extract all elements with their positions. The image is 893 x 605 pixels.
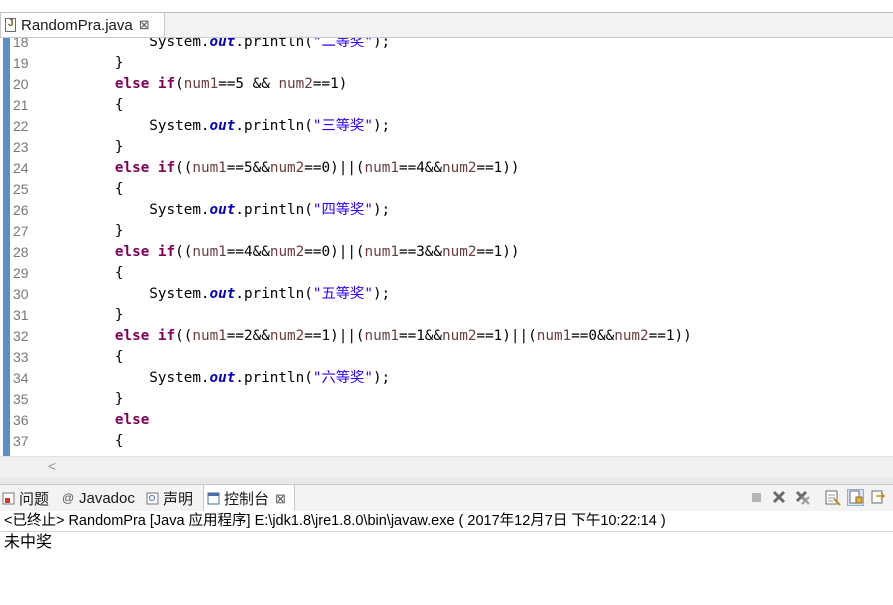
line-number: 33 <box>13 349 29 365</box>
line-number: 32 <box>13 328 29 344</box>
code-text: } <box>46 391 124 407</box>
tab-javadoc-label: Javadoc <box>79 489 135 507</box>
code-line[interactable]: 36 else <box>0 410 893 431</box>
tab-console-label: 控制台 <box>224 491 270 508</box>
code-line[interactable]: 20 else if(num1==5 && num2==1) <box>0 74 893 95</box>
code-line[interactable]: 21 { <box>0 95 893 116</box>
code-editor[interactable]: 18 System.out.println("二等奖"); 19 } 20 else… <box>0 38 893 456</box>
code-text: System.out.println("六等奖"); <box>46 370 391 386</box>
tab-problems-label: 问题 <box>19 490 50 508</box>
scroll-left-icon[interactable]: < <box>48 458 56 474</box>
code-line[interactable]: 34 System.out.println("六等奖"); <box>0 368 893 389</box>
scroll-lock-icon[interactable] <box>847 489 864 506</box>
console-output-area[interactable]: 未中奖 <box>0 532 893 605</box>
remove-launch-icon[interactable] <box>771 489 788 506</box>
code-line[interactable]: 25 { <box>0 179 893 200</box>
line-number: 36 <box>13 412 29 428</box>
code-text: } <box>46 223 124 239</box>
pin-console-icon[interactable] <box>870 489 887 506</box>
window-top-strip <box>0 0 893 13</box>
line-number: 23 <box>13 139 29 155</box>
line-number: 18 <box>13 38 29 50</box>
code-line[interactable]: 33 { <box>0 347 893 368</box>
code-text: { <box>46 97 124 113</box>
line-number: 27 <box>13 223 29 239</box>
code-text: else if((num1==2&&num2==1)||(num1==1&&nu… <box>114 328 692 344</box>
tab-problems[interactable]: 问题 <box>2 485 49 511</box>
code-text: } <box>46 307 124 323</box>
code-line[interactable]: 30 System.out.println("五等奖"); <box>0 284 893 305</box>
console-output-text: 未中奖 <box>4 534 53 551</box>
code-text: else <box>114 412 150 428</box>
code-line[interactable]: 32 else if((num1==2&&num2==1)||(num1==1&… <box>0 326 893 347</box>
console-tab-bar: 问题 @ Javadoc 声明 控制台 ⊠ <box>0 484 893 512</box>
java-file-icon <box>5 18 16 32</box>
horizontal-scrollbar[interactable]: < <box>0 456 893 479</box>
editor-tab-randompra[interactable]: RandomPra.java ⊠ <box>0 13 165 37</box>
code-line[interactable]: 37 { <box>0 431 893 452</box>
code-line[interactable]: 24 else if((num1==5&&num2==0)||(num1==4&… <box>0 158 893 179</box>
remove-all-terminated-icon[interactable] <box>794 489 811 506</box>
code-text: else if((num1==4&&num2==0)||(num1==3&&nu… <box>114 244 520 260</box>
line-number: 24 <box>13 160 29 176</box>
code-text: else if((num1==5&&num2==0)||(num1==4&&nu… <box>114 160 520 176</box>
code-line[interactable]: 28 else if((num1==4&&num2==0)||(num1==3&… <box>0 242 893 263</box>
editor-tab-label: RandomPra.java <box>21 16 133 34</box>
line-number: 22 <box>13 118 29 134</box>
code-text: } <box>46 55 124 71</box>
code-text: System.out.println("四等奖"); <box>46 202 391 218</box>
code-text: { <box>46 181 124 197</box>
close-icon[interactable]: ⊠ <box>139 17 150 33</box>
code-line[interactable]: 23 } <box>0 137 893 158</box>
code-text: else if(num1==5 && num2==1) <box>114 76 348 92</box>
declaration-icon <box>146 492 159 505</box>
code-text: { <box>46 433 124 449</box>
code-text: System.out.println("二等奖"); <box>46 38 391 50</box>
code-line[interactable]: 22 System.out.println("三等奖"); <box>0 116 893 137</box>
code-text: } <box>46 139 124 155</box>
line-number: 21 <box>13 97 29 113</box>
code-line[interactable]: 31 } <box>0 305 893 326</box>
line-number: 19 <box>13 55 29 71</box>
line-number: 26 <box>13 202 29 218</box>
close-icon[interactable]: ⊠ <box>275 491 286 507</box>
code-line[interactable]: 27 } <box>0 221 893 242</box>
code-text: { <box>46 349 124 365</box>
line-number: 31 <box>13 307 29 323</box>
code-text: { <box>46 265 124 281</box>
line-number: 35 <box>13 391 29 407</box>
line-number: 34 <box>13 370 29 386</box>
console-launch-header: <已终止> RandomPra [Java 应用程序] E:\jdk1.8\jr… <box>0 511 893 532</box>
line-number: 29 <box>13 265 29 281</box>
line-number: 37 <box>13 433 29 449</box>
line-number: 25 <box>13 181 29 197</box>
line-number: 30 <box>13 286 29 302</box>
code-line[interactable]: 26 System.out.println("四等奖"); <box>0 200 893 221</box>
problems-icon <box>2 492 15 505</box>
code-text: System.out.println("五等奖"); <box>46 286 391 302</box>
tab-console[interactable]: 控制台 ⊠ <box>203 485 295 512</box>
editor-tab-bar: RandomPra.java ⊠ <box>0 13 893 38</box>
console-icon <box>207 492 220 505</box>
clear-console-icon[interactable] <box>824 489 841 506</box>
code-line[interactable]: 19 } <box>0 53 893 74</box>
terminate-icon[interactable] <box>749 489 766 506</box>
code-text: System.out.println("三等奖"); <box>46 118 391 134</box>
tab-javadoc[interactable]: @ Javadoc <box>62 485 135 511</box>
line-number: 28 <box>13 244 29 260</box>
code-line[interactable]: 18 System.out.println("二等奖"); <box>0 38 893 53</box>
tab-declaration-label: 声明 <box>163 490 194 508</box>
line-number: 20 <box>13 76 29 92</box>
code-line[interactable]: 35 } <box>0 389 893 410</box>
tab-declaration[interactable]: 声明 <box>146 485 193 511</box>
javadoc-at-icon: @ <box>62 490 75 505</box>
code-line[interactable]: 29 { <box>0 263 893 284</box>
